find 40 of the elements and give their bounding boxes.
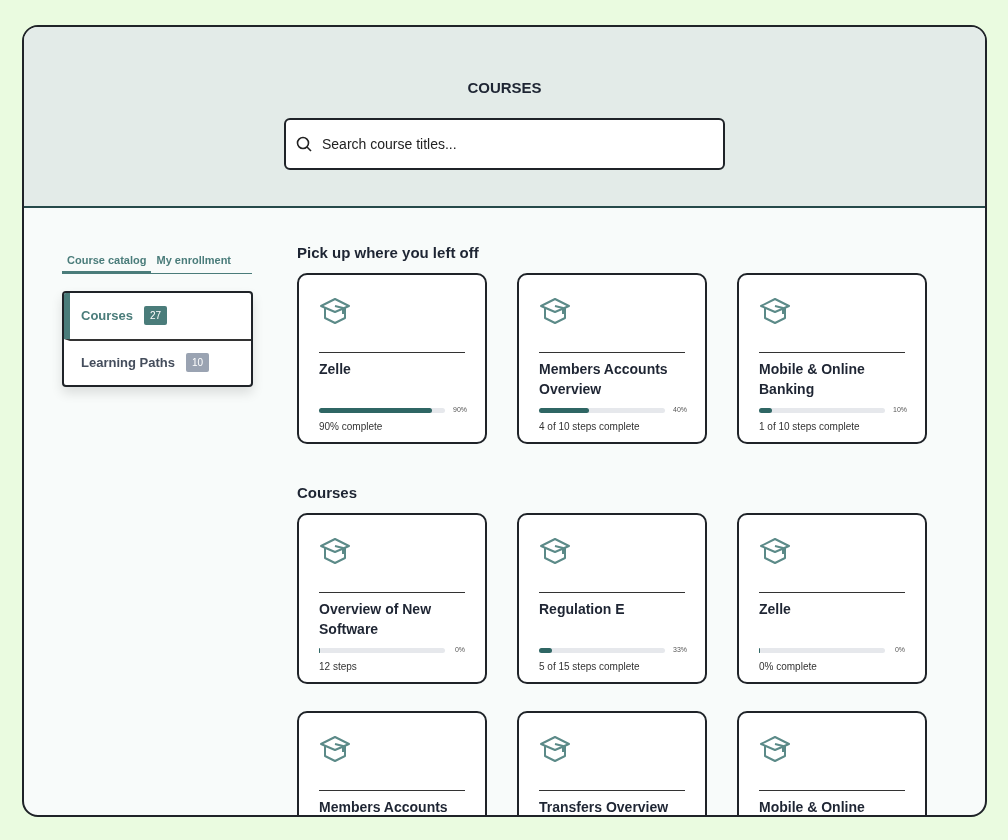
- graduation-cap-icon: [319, 735, 351, 763]
- progress-caption: 4 of 10 steps complete: [539, 419, 641, 434]
- page-title: COURSES: [467, 78, 542, 98]
- course-title: Mobile & Online Banking: [759, 360, 866, 399]
- section-heading: Courses: [297, 483, 359, 502]
- count-badge: 27: [144, 306, 168, 325]
- count-badge: 10: [185, 353, 210, 372]
- progress-caption: 5 of 15 steps complete: [539, 659, 641, 674]
- tab[interactable]: Course catalog: [62, 252, 152, 273]
- graduation-cap-icon: [539, 735, 571, 763]
- graduation-cap-icon: [759, 735, 791, 763]
- course-title: Members Accounts: [319, 798, 449, 815]
- progress-caption: 90% complete: [319, 419, 384, 434]
- progress-caption: 1 of 10 steps complete: [759, 419, 861, 434]
- tab[interactable]: My enrollment: [151, 252, 237, 273]
- course-title: Zelle: [759, 600, 792, 619]
- sidebar-item[interactable]: Courses 27: [64, 292, 251, 339]
- search-field[interactable]: Search course titles...: [284, 117, 725, 170]
- course-title: Transfers Overview: [539, 798, 670, 815]
- graduation-cap-icon: [539, 537, 571, 565]
- progress-caption: 12 steps: [319, 659, 358, 674]
- graduation-cap-icon: [539, 297, 571, 325]
- graduation-cap-icon: [759, 537, 791, 565]
- course-card[interactable]: Transfers Overview: [517, 711, 707, 815]
- course-title: Overview of New Software: [319, 600, 433, 639]
- graduation-cap-icon: [319, 537, 351, 565]
- sidebar-label: Learning Paths: [81, 353, 175, 372]
- course-title: Regulation E: [539, 600, 626, 619]
- graduation-cap-icon: [319, 297, 351, 325]
- section-heading: Pick up where you left off: [297, 243, 480, 262]
- course-title: Zelle: [319, 360, 352, 379]
- graduation-cap-icon: [759, 297, 791, 325]
- course-card[interactable]: Members Accounts: [297, 711, 487, 815]
- progress-caption: 0% complete: [759, 659, 818, 674]
- course-title: Members Accounts Overview: [539, 360, 669, 399]
- search-icon: [296, 135, 312, 152]
- sidebar-label: Courses: [81, 306, 134, 325]
- course-card[interactable]: Mobile & Online: [737, 711, 927, 815]
- sidebar-item[interactable]: Learning Paths 10: [64, 338, 251, 385]
- course-title: Mobile & Online: [759, 798, 866, 815]
